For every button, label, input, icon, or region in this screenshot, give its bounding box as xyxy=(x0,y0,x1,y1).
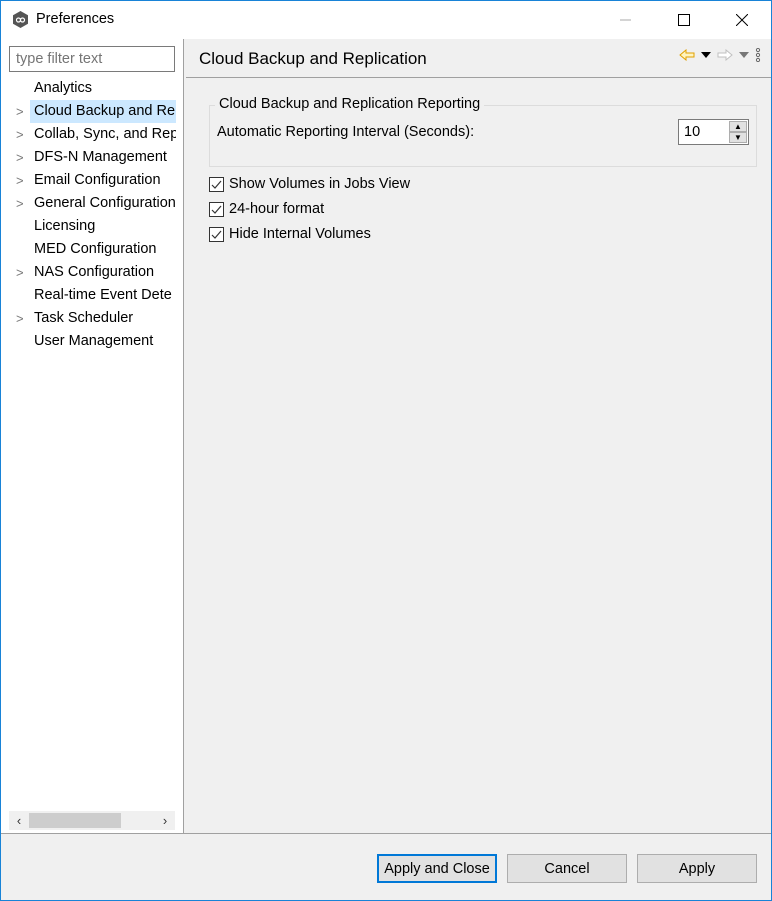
spin-up-icon[interactable]: ▲ xyxy=(729,121,747,132)
title-bar: Preferences xyxy=(1,1,771,39)
maximize-icon xyxy=(678,14,690,26)
reporting-group-title: Cloud Backup and Replication Reporting xyxy=(215,96,485,112)
chevron-right-icon[interactable]: > xyxy=(16,100,28,123)
apply-and-close-button[interactable]: Apply and Close xyxy=(377,854,497,883)
forward-dropdown-icon[interactable] xyxy=(739,52,749,58)
view-menu-icon[interactable] xyxy=(755,48,761,62)
tree-item-label: Cloud Backup and Re xyxy=(30,100,176,123)
app-logo-icon xyxy=(13,11,28,28)
minimize-icon xyxy=(620,19,631,21)
preference-tree: Analytics > Cloud Backup and Re > Collab, … xyxy=(1,77,183,353)
interval-value[interactable]: 10 xyxy=(684,124,700,140)
tree-item-task-scheduler[interactable]: > Task Scheduler xyxy=(1,307,183,330)
tree-item-label: DFS-N Management xyxy=(34,149,167,165)
close-button[interactable] xyxy=(713,1,771,39)
checkbox-label: 24-hour format xyxy=(229,201,325,217)
checkbox-label: Show Volumes in Jobs View xyxy=(229,176,411,192)
apply-button[interactable]: Apply xyxy=(637,854,757,883)
chevron-right-icon[interactable]: > xyxy=(16,169,28,192)
checkbox-checked-icon[interactable] xyxy=(209,176,224,192)
tree-item-label: Licensing xyxy=(34,218,96,234)
chevron-right-icon[interactable]: > xyxy=(16,261,28,284)
filter-input[interactable] xyxy=(9,46,175,72)
tree-item-email[interactable]: > Email Configuration xyxy=(1,169,183,192)
tree-item-user-management[interactable]: User Management xyxy=(1,330,183,353)
checkbox-checked-icon[interactable] xyxy=(209,201,224,217)
tree-item-label: Analytics xyxy=(34,80,93,96)
preference-tree-pane: Analytics >Cloud Backup and Re >Collab, … xyxy=(1,39,184,833)
cancel-button[interactable]: Cancel xyxy=(507,854,627,883)
spin-down-icon[interactable]: ▼ xyxy=(729,132,747,143)
maximize-button[interactable] xyxy=(655,1,713,39)
page-header: Cloud Backup and Replication xyxy=(186,39,771,78)
checkbox-label: Hide Internal Volumes xyxy=(229,226,371,242)
tree-item-dfsn[interactable]: > DFS-N Management xyxy=(1,146,183,169)
footer-separator xyxy=(1,833,771,834)
checkbox-checked-icon[interactable] xyxy=(209,226,224,242)
scrollbar-thumb[interactable] xyxy=(29,813,121,828)
tree-item-licensing[interactable]: Licensing xyxy=(1,215,183,238)
scroll-right-icon[interactable]: › xyxy=(155,811,175,830)
window-title: Preferences xyxy=(36,11,115,27)
tree-item-label: Task Scheduler xyxy=(34,310,134,326)
interval-spinner[interactable]: 10 ▲ ▼ xyxy=(678,119,749,145)
tree-item-label: Collab, Sync, and Rep xyxy=(34,126,176,142)
tree-item-nas[interactable]: > NAS Configuration xyxy=(1,261,183,284)
chevron-right-icon[interactable]: > xyxy=(16,123,28,146)
close-icon xyxy=(736,14,748,26)
tree-item-label: MED Configuration xyxy=(34,241,157,257)
tree-item-label: NAS Configuration xyxy=(34,264,155,280)
tree-item-med[interactable]: MED Configuration xyxy=(1,238,183,261)
chevron-right-icon[interactable]: > xyxy=(16,192,28,215)
minimize-button[interactable] xyxy=(597,1,655,39)
back-arrow-icon[interactable] xyxy=(679,49,695,61)
hide-internal-volumes-checkbox[interactable]: Hide Internal Volumes xyxy=(209,225,371,243)
tree-item-label: User Management xyxy=(34,333,154,349)
24-hour-format-checkbox[interactable]: 24-hour format xyxy=(209,200,324,218)
tree-item-realtime-event[interactable]: Real-time Event Dete xyxy=(1,284,183,307)
tree-item-label: General Configuration xyxy=(34,195,176,211)
preferences-window: Preferences Analytics >Cloud Backup and … xyxy=(0,0,772,901)
back-dropdown-icon[interactable] xyxy=(701,52,711,58)
tree-item-collab-sync[interactable]: > Collab, Sync, and Rep xyxy=(1,123,183,146)
horizontal-scrollbar[interactable]: ‹ › xyxy=(9,811,175,830)
tree-item-analytics[interactable]: Analytics xyxy=(1,77,183,100)
chevron-right-icon[interactable]: > xyxy=(16,146,28,169)
tree-item-label: Email Configuration xyxy=(34,172,161,188)
forward-arrow-icon[interactable] xyxy=(717,49,733,61)
tree-item-cloud-backup[interactable]: > Cloud Backup and Re xyxy=(1,100,183,123)
show-volumes-checkbox[interactable]: Show Volumes in Jobs View xyxy=(209,175,410,193)
tree-item-general[interactable]: > General Configuration xyxy=(1,192,183,215)
scroll-left-icon[interactable]: ‹ xyxy=(9,811,29,830)
chevron-right-icon[interactable]: > xyxy=(16,307,28,330)
page-title: Cloud Backup and Replication xyxy=(199,49,427,68)
interval-label: Automatic Reporting Interval (Seconds): xyxy=(217,124,475,140)
tree-item-label: Real-time Event Dete xyxy=(34,287,172,303)
